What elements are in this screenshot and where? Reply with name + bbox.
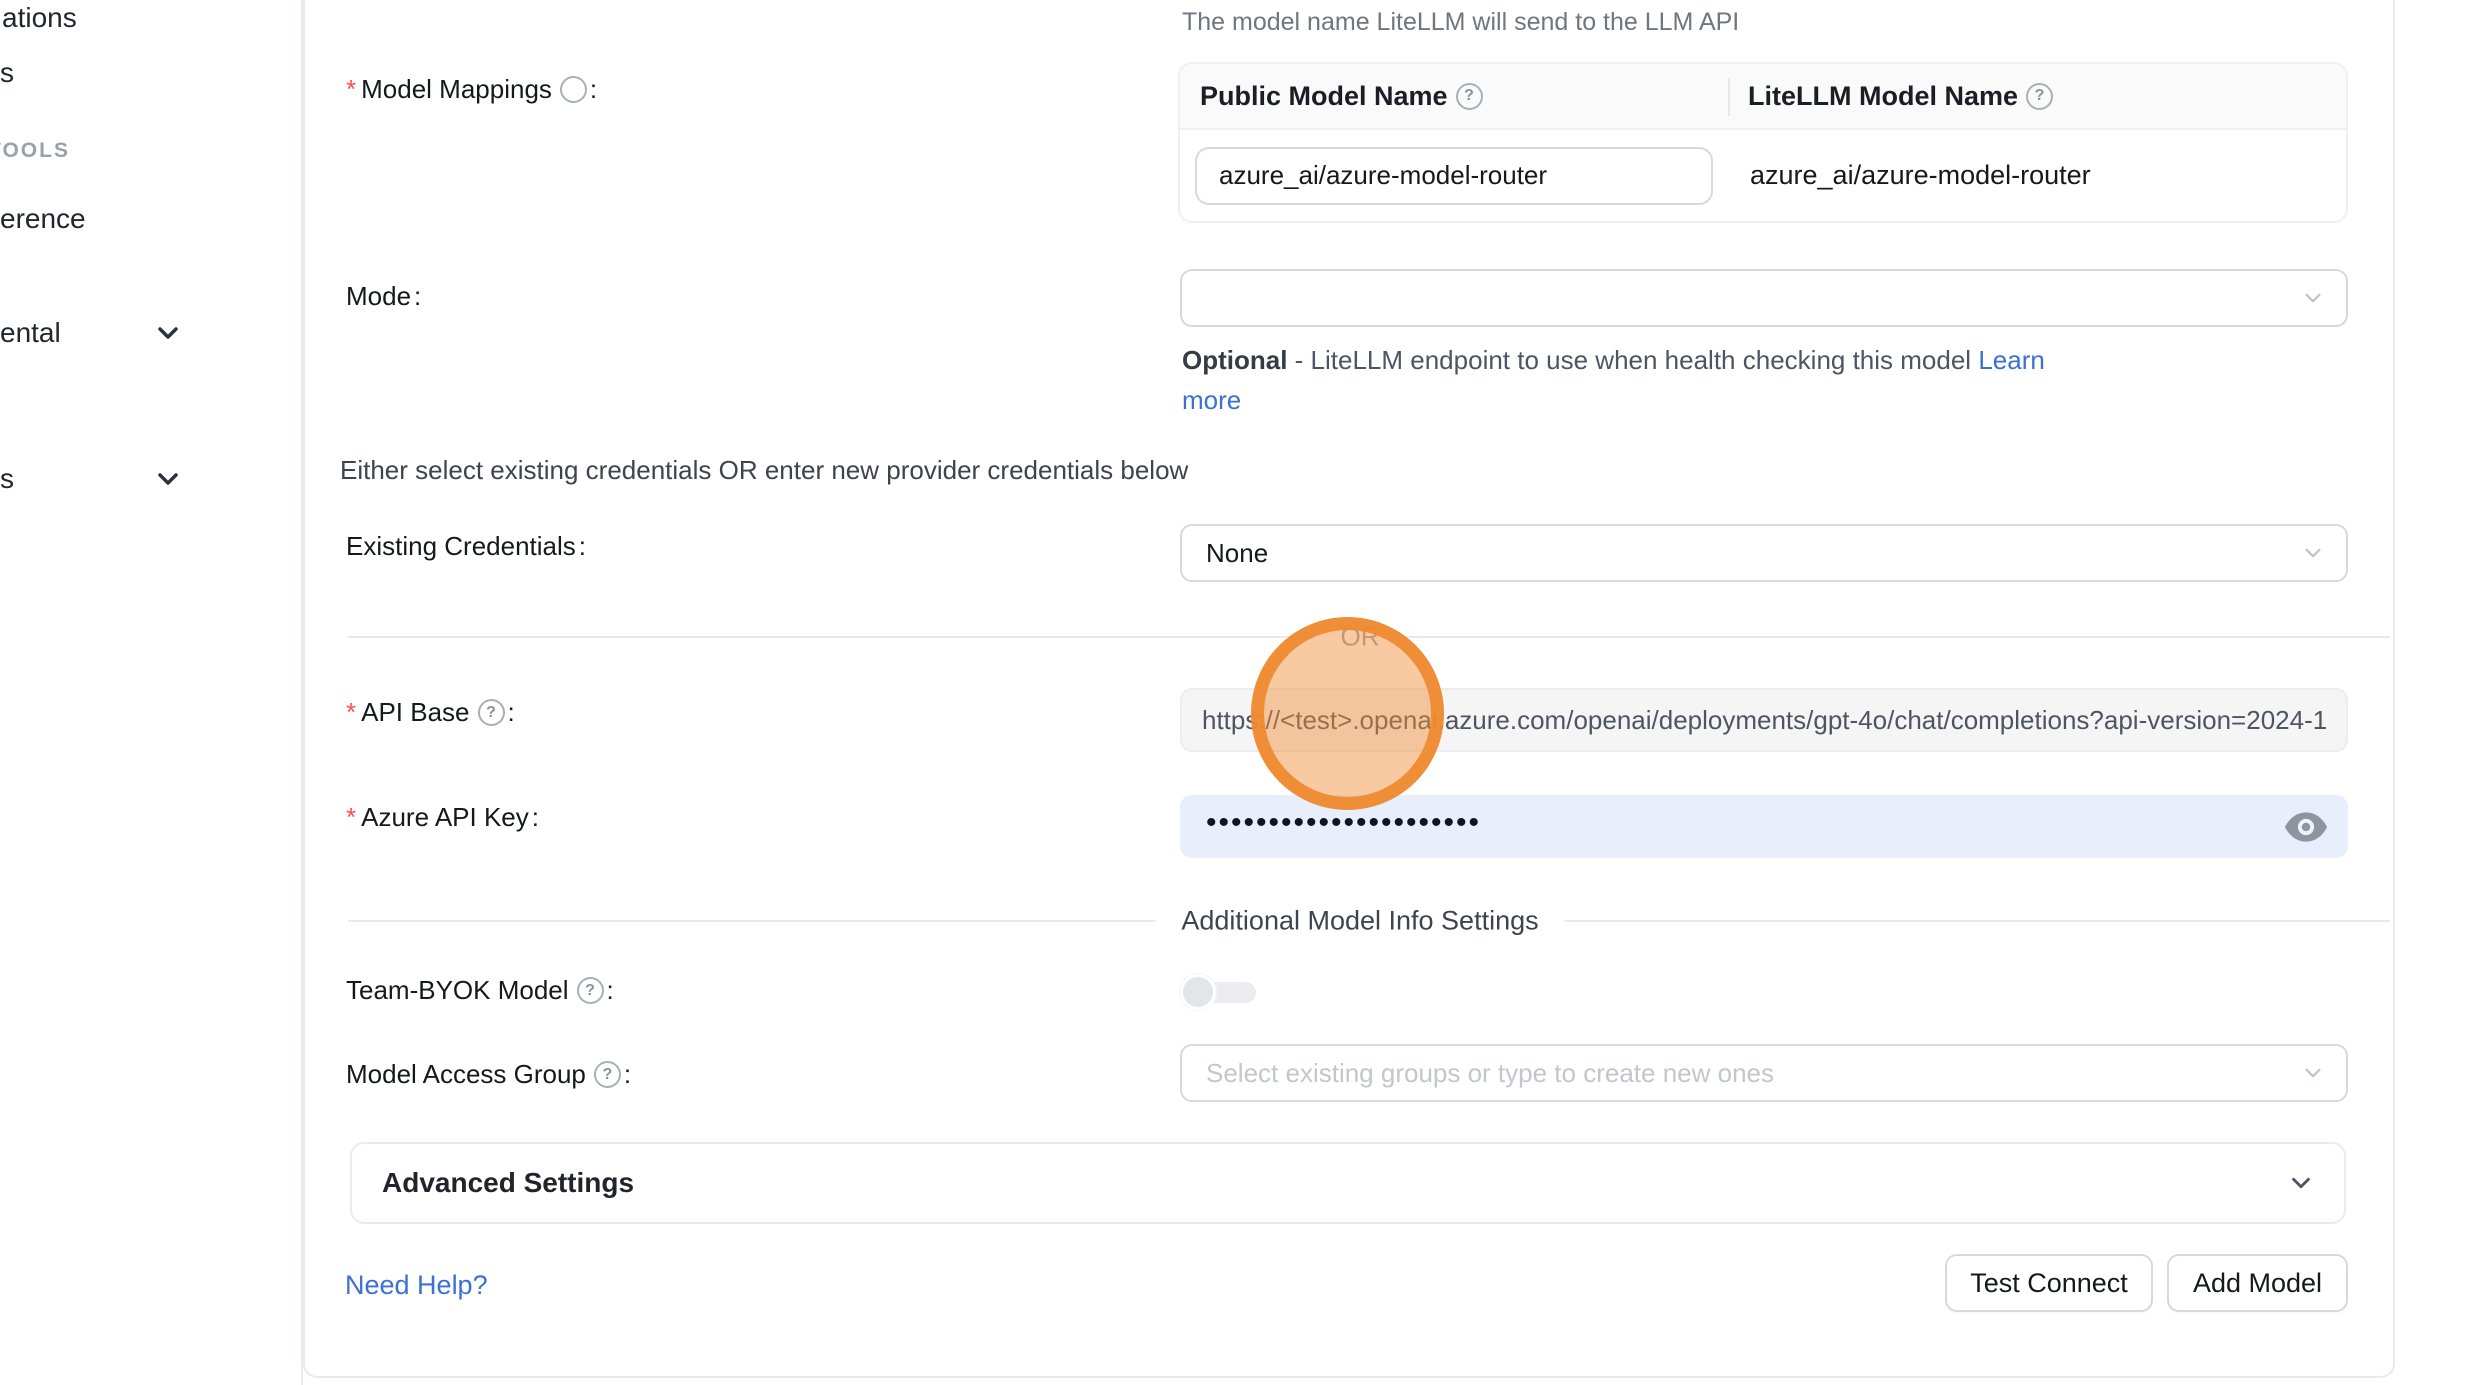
required-mark: * bbox=[346, 74, 356, 105]
mode-label: Mode : bbox=[346, 281, 421, 312]
model-mappings-table: Public Model Name ? LiteLLM Model Name ?… bbox=[1178, 62, 2348, 223]
chevron-down-icon bbox=[2300, 285, 2326, 311]
model-access-group-select[interactable]: Select existing groups or type to create… bbox=[1180, 1044, 2348, 1102]
azure-api-key-input[interactable]: •••••••••••••••••••••• bbox=[1180, 795, 2348, 858]
api-base-input[interactable]: https://<test>.openai.azure.com/openai/d… bbox=[1180, 688, 2348, 752]
eye-icon[interactable] bbox=[2284, 810, 2328, 844]
sidebar-item-label: s bbox=[0, 463, 14, 495]
sidebar-item-label: ental bbox=[0, 317, 61, 349]
chevron-down-icon bbox=[2300, 1060, 2326, 1086]
add-model-button[interactable]: Add Model bbox=[2167, 1254, 2348, 1312]
api-base-value: https://<test>.openai.azure.com/openai/d… bbox=[1202, 705, 2326, 736]
mode-select[interactable] bbox=[1180, 269, 2348, 327]
team-byok-label: Team-BYOK Model ? : bbox=[346, 975, 614, 1006]
help-icon[interactable]: ? bbox=[577, 977, 604, 1004]
advanced-settings-title: Advanced Settings bbox=[382, 1167, 634, 1199]
info-divider-text: Additional Model Info Settings bbox=[1155, 906, 1564, 937]
sidebar-item-s1[interactable]: s bbox=[0, 57, 14, 89]
required-mark: * bbox=[346, 697, 356, 728]
existing-credentials-label: Existing Credentials : bbox=[346, 531, 586, 562]
add-model-page: ations s TOOLS erence ental s The model … bbox=[0, 0, 2477, 1385]
sidebar-section-label: TOOLS bbox=[0, 139, 70, 162]
help-icon[interactable]: ? bbox=[2026, 83, 2053, 110]
help-icon[interactable]: ? bbox=[1456, 83, 1483, 110]
existing-credentials-select[interactable]: None bbox=[1180, 524, 2348, 582]
chevron-down-icon bbox=[2300, 540, 2326, 566]
sidebar-section-tools: TOOLS bbox=[0, 139, 70, 163]
litellm-model-name-header: LiteLLM Model Name ? bbox=[1728, 64, 2346, 128]
public-model-name-input[interactable] bbox=[1195, 147, 1713, 205]
model-mappings-label: * Model Mappings : : bbox=[346, 74, 597, 105]
or-divider-text: OR bbox=[1315, 622, 1406, 653]
sidebar-item-inference[interactable]: erence bbox=[0, 203, 86, 235]
need-help-link[interactable]: Need Help? bbox=[345, 1270, 488, 1301]
model-access-group-placeholder: Select existing groups or type to create… bbox=[1206, 1058, 1774, 1089]
litellm-model-name-help: The model name LiteLLM will send to the … bbox=[1182, 8, 1739, 37]
credentials-note: Either select existing credentials OR en… bbox=[340, 455, 1188, 486]
existing-credentials-value: None bbox=[1206, 538, 1268, 569]
required-mark: * bbox=[346, 802, 356, 833]
team-byok-toggle[interactable] bbox=[1180, 974, 1258, 1010]
help-icon[interactable]: ? bbox=[478, 699, 505, 726]
sidebar: ations s TOOLS erence ental s bbox=[0, 0, 303, 1385]
azure-api-key-label: * Azure API Key : bbox=[346, 802, 539, 833]
sidebar-item-experimental[interactable]: ental bbox=[0, 317, 200, 349]
api-base-label: * API Base ? : bbox=[346, 697, 515, 728]
sidebar-item-s2[interactable]: s bbox=[0, 463, 200, 495]
litellm-model-name-value: azure_ai/azure-model-router bbox=[1750, 160, 2091, 190]
model-mappings-table-row: azure_ai/azure-model-router bbox=[1180, 130, 2346, 221]
chevron-down-icon bbox=[152, 463, 184, 495]
help-icon[interactable]: ? bbox=[594, 1061, 621, 1088]
mode-help-text: Optional - LiteLLM endpoint to use when … bbox=[1182, 340, 2262, 420]
model-access-group-label: Model Access Group ? : bbox=[346, 1059, 631, 1090]
help-icon[interactable]: : bbox=[560, 76, 587, 103]
advanced-settings-panel[interactable]: Advanced Settings bbox=[350, 1142, 2346, 1224]
model-mappings-table-header: Public Model Name ? LiteLLM Model Name ? bbox=[1180, 64, 2346, 130]
test-connect-button[interactable]: Test Connect bbox=[1945, 1254, 2153, 1312]
azure-api-key-masked-value: •••••••••••••••••••••• bbox=[1206, 806, 1481, 840]
public-model-name-header: Public Model Name ? bbox=[1180, 64, 1728, 128]
toggle-knob bbox=[1180, 974, 1216, 1010]
sidebar-item-label: ations bbox=[2, 2, 77, 34]
sidebar-item-label: s bbox=[0, 57, 14, 89]
sidebar-item-organizations[interactable]: ations bbox=[2, 2, 77, 34]
chevron-down-icon bbox=[2286, 1168, 2316, 1198]
sidebar-item-label: erence bbox=[0, 203, 86, 235]
chevron-down-icon bbox=[152, 317, 184, 349]
